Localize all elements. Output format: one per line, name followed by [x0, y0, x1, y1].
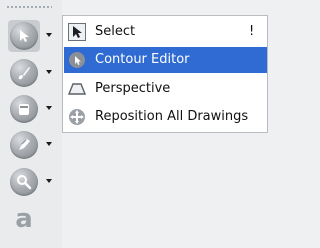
reposition-icon — [68, 108, 86, 126]
perspective-icon — [68, 80, 86, 98]
text-icon: a — [15, 204, 33, 234]
chevron-down-icon[interactable] — [46, 142, 52, 146]
pencil-brush-icon — [8, 129, 40, 161]
select-arrow-icon — [8, 20, 40, 52]
menu-item-reposition-all-drawings[interactable]: Reposition All Drawings — [64, 104, 267, 130]
paint-bucket-tool-button[interactable] — [4, 91, 58, 127]
brush-tool-button[interactable] — [4, 55, 58, 91]
select-icon — [68, 23, 86, 41]
tool-dropdown-menu: Select ! Contour Editor Perspective Repo… — [62, 15, 268, 133]
chevron-down-icon[interactable] — [46, 33, 52, 37]
text-tool-button[interactable]: a — [4, 201, 58, 237]
paint-bucket-icon — [8, 93, 40, 125]
chevron-down-icon[interactable] — [46, 106, 52, 110]
pencil-tool-button[interactable] — [4, 127, 58, 163]
menu-item-perspective[interactable]: Perspective — [64, 76, 267, 102]
zoom-icon — [8, 166, 40, 198]
zoom-tool-button[interactable] — [4, 164, 58, 200]
menu-item-select[interactable]: Select ! — [64, 19, 267, 45]
tool-toolbar: a — [0, 0, 62, 248]
menu-item-contour-editor[interactable]: Contour Editor — [64, 47, 267, 73]
contour-editor-icon — [68, 51, 86, 69]
brush-icon — [8, 57, 40, 89]
select-tool-button[interactable] — [4, 18, 58, 54]
chevron-down-icon[interactable] — [46, 70, 52, 74]
chevron-down-icon[interactable] — [46, 179, 52, 183]
toolbar-grip-handle[interactable] — [6, 5, 52, 9]
